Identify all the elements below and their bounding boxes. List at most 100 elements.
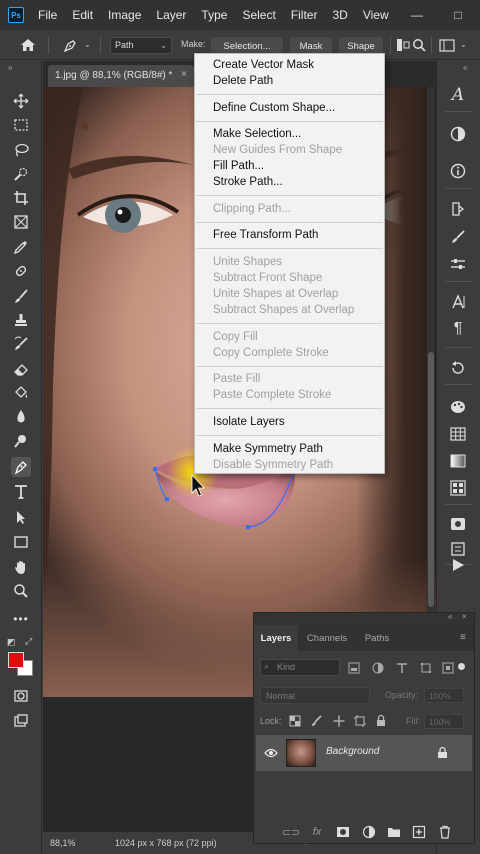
lock-position-icon[interactable]	[333, 715, 345, 727]
menu-stroke-path[interactable]: Stroke Path...	[213, 175, 283, 189]
filter-pixel-icon[interactable]	[348, 662, 360, 674]
document-tab[interactable]: 1.jpg @ 88,1% (RGB/8#) * ×	[48, 65, 194, 87]
panel-menu-icon[interactable]: ≡	[460, 632, 466, 643]
brush-settings-icon[interactable]	[448, 227, 468, 247]
link-icon[interactable]: ⊂⊃	[282, 825, 300, 839]
rectangular-marquee-icon[interactable]	[11, 115, 31, 135]
menu-edit[interactable]: Edit	[72, 8, 93, 22]
brush-icon[interactable]	[11, 286, 31, 306]
lasso-icon[interactable]	[11, 140, 31, 160]
collapse-toolbar-icon[interactable]: »	[8, 63, 12, 72]
foreground-color-swatch[interactable]	[8, 652, 24, 668]
filter-smart-object-icon[interactable]	[442, 662, 454, 674]
path-selection-icon[interactable]	[11, 507, 31, 527]
screen-mode-icon[interactable]	[11, 711, 31, 731]
play-icon[interactable]	[448, 555, 468, 575]
mask-icon[interactable]	[336, 825, 350, 839]
lock-all-icon[interactable]	[375, 714, 387, 727]
libraries-icon[interactable]	[448, 514, 468, 534]
menu-free-transform-path[interactable]: Free Transform Path	[213, 228, 318, 242]
tab-channels[interactable]: Channels	[302, 625, 352, 651]
lock-pixels-icon[interactable]	[311, 715, 323, 727]
eyedropper-icon[interactable]	[11, 237, 31, 257]
zoom-level[interactable]: 88,1%	[50, 838, 76, 848]
swap-colors-icon[interactable]: ⤢	[25, 636, 32, 647]
filter-toggle[interactable]	[458, 663, 465, 670]
info-icon[interactable]	[448, 161, 468, 181]
properties-sliders-icon[interactable]	[448, 254, 468, 274]
healing-brush-icon[interactable]	[11, 261, 31, 281]
eraser-icon[interactable]	[11, 359, 31, 379]
blend-mode-select[interactable]: Normal	[260, 687, 370, 704]
adjustments-icon[interactable]	[448, 124, 468, 144]
menu-make-selection[interactable]: Make Selection...	[213, 127, 301, 141]
chevron-down-icon[interactable]: ⌄	[460, 40, 467, 49]
menu-define-custom-shape[interactable]: Define Custom Shape...	[213, 101, 335, 115]
rectangle-tool-icon[interactable]	[11, 532, 31, 552]
menu-layer[interactable]: Layer	[156, 8, 186, 22]
type-tool-icon[interactable]	[11, 482, 31, 502]
menu-view[interactable]: View	[363, 8, 389, 22]
blur-tool-icon[interactable]	[11, 407, 31, 427]
menu-delete-path[interactable]: Delete Path	[213, 74, 273, 88]
quick-selection-icon[interactable]	[11, 164, 31, 184]
workspace-icon[interactable]	[439, 39, 455, 52]
collapse-panels-icon[interactable]: «	[463, 63, 467, 72]
move-tool-icon[interactable]	[11, 91, 31, 111]
color-palette-icon[interactable]	[448, 397, 468, 417]
character-icon[interactable]	[448, 292, 468, 312]
path-operations-icon[interactable]	[396, 38, 410, 52]
paint-bucket-icon[interactable]	[11, 383, 31, 403]
paragraph-icon[interactable]: ¶	[448, 319, 468, 339]
clone-stamp-icon[interactable]	[11, 310, 31, 330]
history-icon[interactable]	[448, 199, 468, 219]
actions-icon[interactable]	[448, 358, 468, 378]
visibility-eye-icon[interactable]	[264, 748, 278, 758]
quick-mask-icon[interactable]	[11, 686, 31, 706]
gradients-icon[interactable]	[448, 451, 468, 471]
scrollbar-thumb[interactable]	[428, 352, 434, 607]
group-icon[interactable]	[387, 825, 401, 839]
opacity-field[interactable]: 100%	[424, 688, 464, 703]
close-icon[interactable]: ×	[181, 69, 187, 80]
tab-layers[interactable]: Layers	[254, 625, 298, 651]
menu-filter[interactable]: Filter	[291, 8, 318, 22]
pick-tool-mode-select[interactable]: Path ⌄	[110, 37, 172, 54]
chevron-down-icon[interactable]: ⌄	[84, 40, 91, 49]
default-colors-icon[interactable]: ◩	[7, 637, 16, 648]
hand-tool-icon[interactable]	[11, 557, 31, 577]
menu-create-vector-mask[interactable]: Create Vector Mask	[213, 58, 314, 72]
menu-3d[interactable]: 3D	[332, 8, 347, 22]
layer-filter-kind[interactable]: ⌕ Kind	[260, 659, 340, 676]
menu-image[interactable]: Image	[108, 8, 141, 22]
maximize-button[interactable]: □	[445, 0, 471, 30]
history-brush-icon[interactable]	[11, 334, 31, 354]
filter-type-icon[interactable]	[396, 662, 408, 674]
glyphs-icon[interactable]: A	[448, 85, 468, 105]
close-icon[interactable]: ×	[462, 612, 467, 621]
fx-icon[interactable]: fx	[310, 825, 324, 839]
dodge-tool-icon[interactable]	[11, 431, 31, 451]
filter-adjustment-icon[interactable]	[372, 662, 384, 674]
menu-isolate-layers[interactable]: Isolate Layers	[213, 415, 285, 429]
adjustment-icon[interactable]	[362, 825, 376, 839]
home-icon[interactable]	[20, 37, 36, 53]
layer-row-background[interactable]: Background	[256, 735, 472, 771]
search-icon[interactable]	[412, 38, 426, 52]
menu-select[interactable]: Select	[242, 8, 275, 22]
pen-tool-preset-icon[interactable]	[62, 38, 78, 54]
pen-tool-icon[interactable]	[11, 457, 31, 477]
lock-transparent-icon[interactable]	[289, 715, 301, 727]
minimize-button[interactable]: —	[404, 0, 430, 30]
lock-artboard-icon[interactable]	[354, 715, 366, 727]
crop-icon[interactable]	[11, 188, 31, 208]
fill-field[interactable]: 100%	[424, 714, 464, 729]
zoom-tool-icon[interactable]	[11, 581, 31, 601]
more-tools-icon[interactable]: •••	[11, 609, 31, 629]
tab-paths[interactable]: Paths	[358, 625, 396, 651]
patterns-icon[interactable]	[448, 478, 468, 498]
frame-tool-icon[interactable]	[11, 212, 31, 232]
swatches-icon[interactable]	[448, 424, 468, 444]
filter-shape-icon[interactable]	[420, 662, 432, 674]
collapse-icon[interactable]: «	[448, 612, 452, 621]
